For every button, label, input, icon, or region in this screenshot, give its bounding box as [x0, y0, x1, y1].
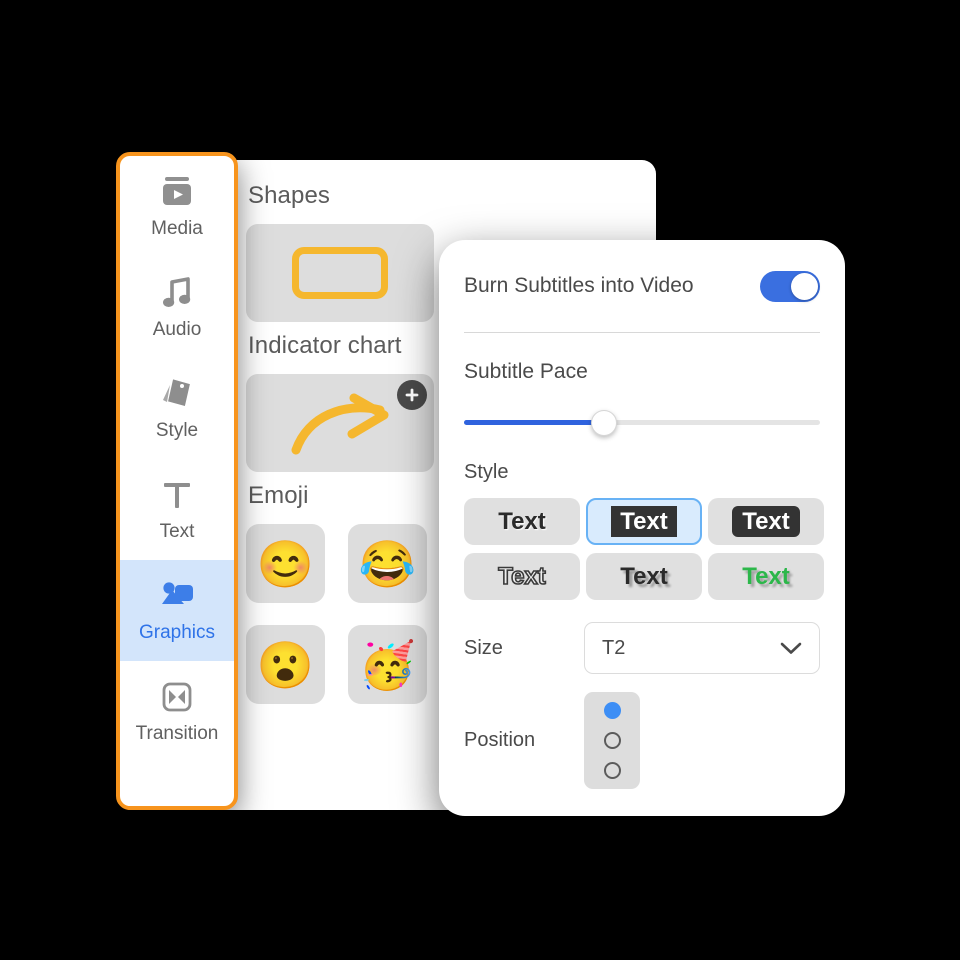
size-value: T2 [602, 636, 626, 659]
style-icon [158, 375, 196, 413]
subtitle-settings-dialog: Burn Subtitles into Video Subtitle Pace … [439, 240, 845, 816]
burn-subtitles-row: Burn Subtitles into Video [464, 240, 820, 332]
subtitle-pace-slider[interactable] [464, 406, 820, 440]
add-shape-button[interactable] [397, 380, 427, 410]
sidebar-item-label: Text [159, 521, 195, 542]
style-label: Style [464, 461, 509, 483]
section-title-shapes: Shapes [248, 182, 330, 209]
sidebar-item-style[interactable]: Style [120, 358, 234, 459]
sidebar-item-audio[interactable]: Audio [120, 257, 234, 358]
position-radio-bottom[interactable] [603, 762, 621, 779]
rounded-rectangle-icon [292, 247, 388, 299]
position-radio-middle[interactable] [603, 732, 621, 749]
sidebar-item-label: Graphics [138, 622, 216, 643]
sidebar-item-graphics[interactable]: Graphics [120, 560, 234, 661]
style-option-boxed[interactable]: Text [586, 498, 702, 545]
sidebar-item-transition[interactable]: Transition [120, 661, 234, 762]
burn-subtitles-toggle[interactable] [760, 270, 820, 302]
style-option-text: Text [732, 505, 800, 538]
size-row: Size T2 [464, 622, 820, 674]
size-select[interactable]: T2 [584, 622, 820, 674]
shape-tile-curved-arrow[interactable] [246, 374, 434, 472]
slider-fill [464, 420, 603, 425]
style-option-green[interactable]: Text [708, 553, 824, 600]
burn-subtitles-label: Burn Subtitles into Video [464, 274, 694, 297]
position-label: Position [464, 729, 536, 751]
style-option-plain[interactable]: Text [464, 498, 580, 545]
sidebar-item-label: Media [151, 218, 203, 239]
emoji-tile[interactable]: 😮 [246, 625, 325, 704]
position-row: Position [464, 692, 820, 789]
style-option-text: Text [611, 505, 677, 538]
style-option-text: Text [620, 562, 668, 590]
sidebar-item-label: Transition [135, 723, 219, 744]
chevron-down-icon [780, 642, 802, 654]
style-option-text: Text [497, 562, 546, 591]
emoji-tile[interactable]: 🥳 [348, 625, 427, 704]
screenshot-canvas: Shapes Indicator chart Emoji 😊 😂 😮 🥳 Med… [0, 0, 960, 960]
transition-icon [159, 678, 195, 716]
graphics-icon [158, 577, 196, 615]
style-option-outline[interactable]: Text [464, 553, 580, 600]
style-option-text: Text [742, 562, 790, 590]
toggle-knob [791, 272, 818, 300]
style-option-boxed-round[interactable]: Text [708, 498, 824, 545]
tool-sidebar: Media Audio Style Text Graphics Transiti… [116, 152, 238, 810]
style-option-text: Text [498, 507, 546, 535]
style-option-grid: Text Text Text Text Text Text [464, 498, 824, 600]
position-radio-group [584, 692, 640, 789]
sidebar-item-media[interactable]: Media [120, 156, 234, 257]
shape-tile-rounded-rectangle[interactable] [246, 224, 434, 322]
slider-thumb[interactable] [590, 410, 617, 436]
sidebar-item-text[interactable]: Text [120, 459, 234, 560]
sidebar-item-label: Audio [152, 319, 202, 340]
subtitle-pace-label: Subtitle Pace [464, 360, 588, 383]
text-icon [160, 476, 194, 514]
size-label: Size [464, 636, 503, 659]
curved-arrow-icon [291, 393, 389, 455]
divider [464, 332, 820, 333]
plus-icon [405, 388, 419, 402]
sidebar-item-label: Style [155, 420, 199, 441]
position-radio-top[interactable] [603, 702, 621, 719]
media-icon [159, 173, 195, 211]
audio-icon [160, 274, 194, 312]
emoji-tile[interactable]: 😊 [246, 524, 325, 603]
style-option-shadow[interactable]: Text [586, 553, 702, 600]
emoji-tile[interactable]: 😂 [348, 524, 427, 603]
